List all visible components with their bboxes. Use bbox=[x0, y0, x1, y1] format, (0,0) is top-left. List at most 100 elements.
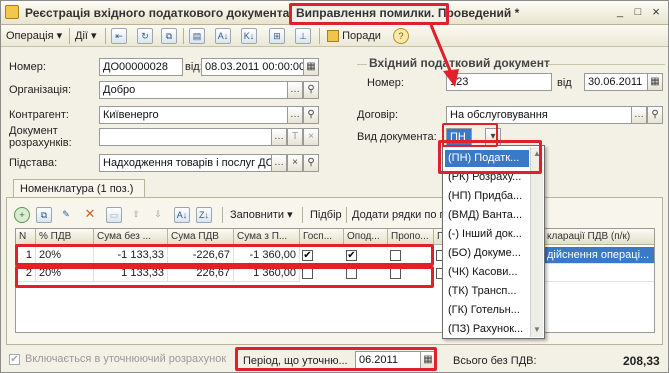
include-label: Включається в уточнюючий розрахунок bbox=[25, 353, 227, 365]
basis-field[interactable]: Надходження товарів і послуг ДС bbox=[99, 154, 273, 172]
dropdown-item[interactable]: (ЧК) Касови... bbox=[445, 264, 529, 281]
search-icon[interactable]: ⚲ bbox=[647, 106, 663, 124]
actions-menu[interactable]: Дії ▾ bbox=[75, 28, 97, 44]
sort-asc-icon[interactable]: A↓ bbox=[174, 207, 190, 223]
tab-nomenclature[interactable]: Номенклатура (1 поз.) bbox=[13, 179, 145, 198]
organization-field[interactable]: Добро bbox=[99, 81, 289, 99]
toolbar-separator bbox=[105, 28, 106, 44]
tips-button[interactable]: Поради bbox=[327, 28, 381, 44]
copy-row-icon[interactable]: ⧉ bbox=[36, 207, 52, 223]
contract-label: Договір: bbox=[357, 109, 399, 121]
minimize-button[interactable]: _ bbox=[613, 5, 627, 19]
selection-button[interactable]: Підбір bbox=[310, 207, 342, 223]
calendar-icon[interactable]: ▦ bbox=[647, 73, 663, 91]
toolbar-separator bbox=[222, 207, 223, 223]
move-down-icon[interactable]: ⇩ bbox=[150, 207, 166, 223]
dropdown-item[interactable]: (ТК) Трансп... bbox=[445, 283, 529, 300]
row1-highlight-box bbox=[15, 244, 434, 266]
title-prefix: Реєстрація вхідного податкового документ… bbox=[25, 6, 290, 20]
structure-icon[interactable]: ⊞ bbox=[269, 28, 285, 44]
dropdown-item[interactable]: (-) Інший док... bbox=[445, 226, 529, 243]
row2-highlight-box bbox=[15, 266, 434, 288]
dropdown-scrollbar[interactable]: ▲ ▼ bbox=[530, 147, 543, 337]
select-button[interactable]: … bbox=[287, 106, 303, 124]
column-header[interactable]: Сума з П... bbox=[234, 229, 300, 245]
toolbar-separator bbox=[69, 28, 70, 44]
search-icon[interactable]: ⚲ bbox=[303, 81, 319, 99]
operation-label: Операція bbox=[6, 30, 54, 42]
title-highlight-box bbox=[289, 3, 449, 25]
number-field[interactable]: ДО00000028 bbox=[99, 58, 183, 76]
column-header[interactable]: Пропо... bbox=[388, 229, 434, 245]
close-icon[interactable]: × bbox=[303, 128, 319, 146]
actions-label: Дії bbox=[75, 30, 88, 42]
incoming-date-from-label: від bbox=[557, 77, 572, 89]
tips-label: Поради bbox=[342, 30, 381, 42]
main-toolbar: Операція ▾ Дії ▾ ⇤ ↻ ⧉ ▤ A↓ K↓ ⊞ ⊥ Порад… bbox=[1, 25, 668, 47]
declaration-cell[interactable]: дійснення операці... bbox=[544, 247, 654, 264]
pin-icon[interactable]: ⊥ bbox=[295, 28, 311, 44]
dropdown-item[interactable]: (ВМД) Ванта... bbox=[445, 207, 529, 224]
sort-az-icon[interactable]: A↓ bbox=[215, 28, 231, 44]
group-line bbox=[357, 64, 367, 65]
column-header[interactable]: % ПДВ bbox=[36, 229, 94, 245]
refresh-icon[interactable]: ↻ bbox=[137, 28, 153, 44]
incoming-number-label: Номер: bbox=[367, 77, 404, 89]
date-field[interactable]: 08.03.2011 00:00:00 bbox=[201, 58, 304, 76]
add-rows-button[interactable]: Додати рядки по п bbox=[352, 207, 446, 223]
clear-icon[interactable]: T bbox=[287, 128, 303, 146]
search-icon[interactable]: ⚲ bbox=[303, 106, 319, 124]
search-icon[interactable]: ⚲ bbox=[303, 154, 319, 172]
operation-menu[interactable]: Операція ▾ bbox=[6, 28, 62, 44]
doc-type-label: Вид документа: bbox=[357, 131, 437, 143]
include-checkbox[interactable]: ✔ bbox=[9, 354, 20, 365]
column-header[interactable]: Сума ПДВ bbox=[168, 229, 234, 245]
delete-icon[interactable]: ✕ bbox=[82, 207, 98, 223]
post-icon[interactable]: ▤ bbox=[189, 28, 205, 44]
select-button[interactable]: … bbox=[271, 128, 287, 146]
column-header[interactable]: Сума без ... bbox=[94, 229, 168, 245]
maximize-button[interactable]: □ bbox=[631, 5, 645, 19]
grid-toolbar: + ⧉ ✎ ✕ ▭ ⇧ ⇩ A↓ Z↓ Заповнити ▾ Підбір Д… bbox=[14, 204, 654, 224]
scroll-down-icon[interactable]: ▼ bbox=[533, 325, 541, 334]
declaration-cell[interactable] bbox=[544, 265, 654, 282]
doc-type-dropdown: (ПН) Податк... (РК) Розраху... (НП) Прид… bbox=[442, 145, 545, 339]
book-icon bbox=[327, 30, 339, 43]
sort-desc-icon[interactable]: Z↓ bbox=[196, 207, 212, 223]
column-header[interactable]: Госп... bbox=[300, 229, 344, 245]
close-button[interactable]: × bbox=[649, 5, 663, 19]
group-line bbox=[547, 64, 665, 65]
edit-icon[interactable]: ✎ bbox=[58, 207, 74, 223]
select-button[interactable]: … bbox=[271, 154, 287, 172]
settlement-doc-field[interactable] bbox=[99, 128, 273, 146]
end-edit-icon[interactable]: ▭ bbox=[106, 207, 122, 223]
total-label: Всього без ПДВ: bbox=[453, 355, 537, 367]
settlement-doc-label-line1: Документ bbox=[9, 125, 58, 137]
toolbar-separator bbox=[319, 28, 320, 44]
copy-icon[interactable]: ⧉ bbox=[161, 28, 177, 44]
arrow-back-icon[interactable]: ⇤ bbox=[111, 28, 127, 44]
select-button[interactable]: … bbox=[287, 81, 303, 99]
help-icon[interactable]: ? bbox=[393, 28, 409, 44]
calendar-icon[interactable]: ▦ bbox=[303, 58, 319, 76]
contractor-field[interactable]: Київенерго bbox=[99, 106, 289, 124]
column-header[interactable]: Опод... bbox=[344, 229, 388, 245]
move-up-icon[interactable]: ⇧ bbox=[128, 207, 144, 223]
dropdown-item[interactable]: (ГК) Готельн... bbox=[445, 302, 529, 319]
sort-ka-icon[interactable]: K↓ bbox=[241, 28, 257, 44]
clear-icon[interactable]: × bbox=[287, 154, 303, 172]
red-arrow-icon bbox=[429, 24, 459, 87]
select-button[interactable]: … bbox=[631, 106, 647, 124]
fill-menu[interactable]: Заповнити ▾ bbox=[230, 207, 293, 223]
dropdown-item[interactable]: (ПЗ) Рахунок... bbox=[445, 321, 529, 338]
add-row-icon[interactable]: + bbox=[14, 207, 30, 223]
incoming-date-field[interactable]: 30.06.2011 bbox=[584, 73, 648, 91]
dropdown-item[interactable]: (НП) Придба... bbox=[445, 188, 529, 205]
column-header[interactable]: кларації ПДВ (п/к) bbox=[544, 229, 654, 245]
total-value: 208,33 bbox=[623, 354, 660, 368]
column-header[interactable]: N bbox=[16, 229, 36, 245]
doc-type-highlight-box bbox=[442, 123, 498, 147]
contract-field[interactable]: На обслуговування bbox=[446, 106, 632, 124]
dropdown-item[interactable]: (БО) Докуме... bbox=[445, 245, 529, 262]
fill-label: Заповнити bbox=[230, 209, 285, 221]
